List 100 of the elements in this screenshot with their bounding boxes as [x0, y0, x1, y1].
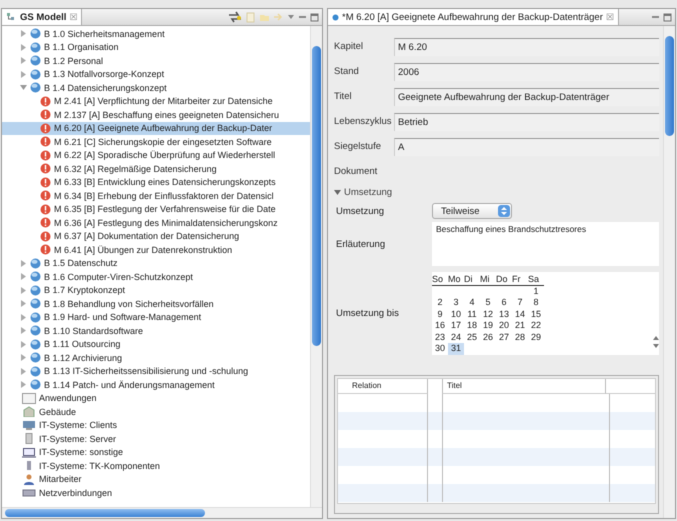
tree-item[interactable]: B 1.6 Computer-Viren-Schutzkonzept: [2, 270, 310, 284]
tree-item[interactable]: B 1.3 Notfallvorsorge-Konzept: [2, 68, 310, 81]
tree-item[interactable]: B 1.14 Patch- und Änderungsmanagement: [2, 378, 310, 392]
tree-item[interactable]: IT-Systeme: TK-Komponenten: [2, 459, 310, 472]
calendar-day[interactable]: 6: [496, 297, 512, 308]
text-field[interactable]: A: [394, 138, 659, 156]
spinner-icon[interactable]: [653, 334, 659, 348]
tree-item[interactable]: B 1.12 Archivierung: [2, 351, 310, 364]
section-toggle[interactable]: Umsetzung: [334, 184, 659, 200]
column-header[interactable]: Relation: [338, 378, 428, 394]
tree-item[interactable]: B 1.8 Behandlung von Sicherheitsvorfällen: [2, 297, 310, 310]
tree-item[interactable]: B 1.10 Standardsoftware: [2, 324, 310, 338]
tree-item[interactable]: Netzverbindungen: [2, 486, 310, 500]
calendar-day[interactable]: 5: [480, 297, 496, 308]
tree-item[interactable]: Mitarbeiter: [2, 472, 310, 486]
arrow-icon[interactable]: [273, 12, 284, 22]
expand-arrow-icon[interactable]: [20, 381, 27, 388]
editor-tab[interactable]: *M 6.20 [A] Geeignete Aufbewahrung der Backup-Datenträger ☒: [328, 9, 619, 25]
expand-arrow-icon[interactable]: [20, 57, 27, 64]
tree-item[interactable]: B 1.9 Hard- und Software-Management: [2, 310, 310, 324]
calendar-day[interactable]: 15: [528, 308, 544, 320]
tree-item[interactable]: B 1.2 Personal: [2, 54, 310, 68]
tree-item[interactable]: IT-Systeme: sonstige: [2, 446, 310, 459]
calendar-day[interactable]: 20: [496, 320, 512, 332]
column-header[interactable]: Titel: [442, 378, 606, 394]
calendar-day[interactable]: 25: [464, 332, 480, 343]
tree-item[interactable]: B 1.7 Kryptokonzept: [2, 284, 310, 297]
calendar-day[interactable]: 12: [480, 308, 496, 320]
tree-item[interactable]: M 6.35 [B] Festlegung der Verfahrensweise für die Date: [2, 202, 310, 216]
calendar-day[interactable]: 23: [432, 332, 448, 343]
text-field[interactable]: Betrieb: [394, 112, 659, 130]
calendar-day[interactable]: 10: [448, 308, 464, 320]
tree-item[interactable]: M 6.32 [A] Regelmäßige Datensicherung: [2, 162, 310, 176]
horizontal-scrollbar[interactable]: [2, 507, 322, 518]
tree-item[interactable]: M 6.37 [A] Dokumentation der Datensicherung: [2, 230, 310, 243]
calendar-day[interactable]: 4: [464, 297, 480, 308]
calendar-day[interactable]: 29: [528, 332, 544, 343]
tree-item[interactable]: B 1.0 Sicherheitsmanagement: [2, 27, 310, 40]
text-field[interactable]: 2006: [394, 62, 659, 80]
view-tab[interactable]: GS Modell ☒: [2, 9, 82, 25]
calendar-day[interactable]: 7: [512, 297, 528, 308]
tree-item[interactable]: M 2.41 [A] Verpflichtung der Mitarbeiter zur Datensiche: [2, 94, 310, 108]
expand-arrow-icon[interactable]: [20, 368, 27, 375]
tree-item[interactable]: B 1.11 Outsourcing: [2, 338, 310, 351]
calendar-day[interactable]: 17: [448, 320, 464, 332]
calendar-day[interactable]: 11: [464, 308, 480, 320]
tree-item[interactable]: M 6.20 [A] Geeignete Aufbewahrung der Backup-Dater: [2, 122, 310, 135]
expand-arrow-icon[interactable]: [20, 70, 27, 78]
tree-item[interactable]: M 2.137 [A] Beschaffung eines geeigneten Datensicheru: [2, 108, 310, 122]
calendar-day[interactable]: 27: [496, 332, 512, 343]
calendar-day[interactable]: 26: [480, 332, 496, 343]
calendar-day[interactable]: 18: [464, 320, 480, 332]
tree-item[interactable]: M 6.34 [B] Erhebung der Einflussfaktoren der Datensicl: [2, 189, 310, 202]
calendar-day[interactable]: 3: [448, 297, 464, 308]
calendar-day[interactable]: 2: [432, 297, 448, 308]
calendar-day[interactable]: 31: [448, 343, 464, 354]
expand-arrow-icon[interactable]: [20, 273, 27, 280]
calendar-day[interactable]: 22: [528, 320, 544, 332]
expand-arrow-icon[interactable]: [20, 314, 27, 321]
tree-item[interactable]: M 6.36 [A] Festlegung des Minimaldatensicherungskonz: [2, 216, 310, 230]
expand-arrow-icon[interactable]: [20, 340, 27, 348]
tree-item[interactable]: IT-Systeme: Server: [2, 432, 310, 446]
calendar-day[interactable]: 13: [496, 308, 512, 320]
expand-arrow-icon[interactable]: [20, 30, 27, 38]
text-field[interactable]: Geeignete Aufbewahrung der Backup-Datenträger: [394, 88, 659, 106]
calendar-day[interactable]: 14: [512, 308, 528, 320]
expand-arrow-icon[interactable]: [20, 84, 27, 92]
close-icon[interactable]: ☒: [606, 12, 614, 22]
calendar-day[interactable]: 1: [528, 286, 544, 297]
tree-item[interactable]: B 1.4 Datensicherungskonzept: [2, 81, 310, 94]
calendar-day[interactable]: 8: [528, 297, 544, 308]
tree-item[interactable]: IT-Systeme: Clients: [2, 418, 310, 432]
tree-item[interactable]: Anwendungen: [2, 392, 310, 405]
calendar-day[interactable]: 24: [448, 332, 464, 343]
minimize-icon[interactable]: [298, 13, 307, 21]
calendar-day[interactable]: 9: [432, 308, 448, 320]
expand-arrow-icon[interactable]: [20, 44, 27, 51]
calendar[interactable]: So Mo Di Mi Do Fr Sa 1 2 3 4 5 6 7 8 9 10 11 12 13 14 15 16 17 18 19 20 21 22 23 24 25 26 27 28 29 30 31: [432, 272, 659, 354]
scrollbar[interactable]: [310, 26, 322, 507]
sync-icon[interactable]: [228, 11, 242, 23]
tree-item[interactable]: Gebäude: [2, 405, 310, 418]
tree-item[interactable]: M 6.33 [B] Entwicklung eines Datensicherungskonzepts: [2, 176, 310, 189]
calendar-day[interactable]: 16: [432, 320, 448, 332]
calendar-day[interactable]: 30: [432, 343, 448, 354]
maximize-icon[interactable]: [663, 12, 672, 22]
calendar-day[interactable]: 21: [512, 320, 528, 332]
expand-arrow-icon[interactable]: [20, 260, 27, 267]
tree-item[interactable]: B 1.13 IT-Sicherheitssensibilisierung und -schulung: [2, 364, 310, 378]
copy-icon[interactable]: [245, 12, 256, 22]
expand-arrow-icon[interactable]: [20, 354, 27, 362]
tree-item[interactable]: M 6.41 [A] Übungen zur Datenrekonstruktion: [2, 243, 310, 256]
tree-item[interactable]: M 6.22 [A] Sporadische Überprüfung auf Wiederherstell: [2, 148, 310, 162]
expand-arrow-icon[interactable]: [20, 286, 27, 294]
view-menu-icon[interactable]: [287, 13, 295, 21]
calendar-day[interactable]: 28: [512, 332, 528, 343]
minimize-icon[interactable]: [651, 13, 660, 21]
close-icon[interactable]: ☒: [69, 12, 78, 22]
expand-arrow-icon[interactable]: [20, 327, 27, 334]
status-dropdown[interactable]: Teilweise: [432, 203, 512, 219]
text-field[interactable]: M 6.20: [394, 38, 659, 56]
